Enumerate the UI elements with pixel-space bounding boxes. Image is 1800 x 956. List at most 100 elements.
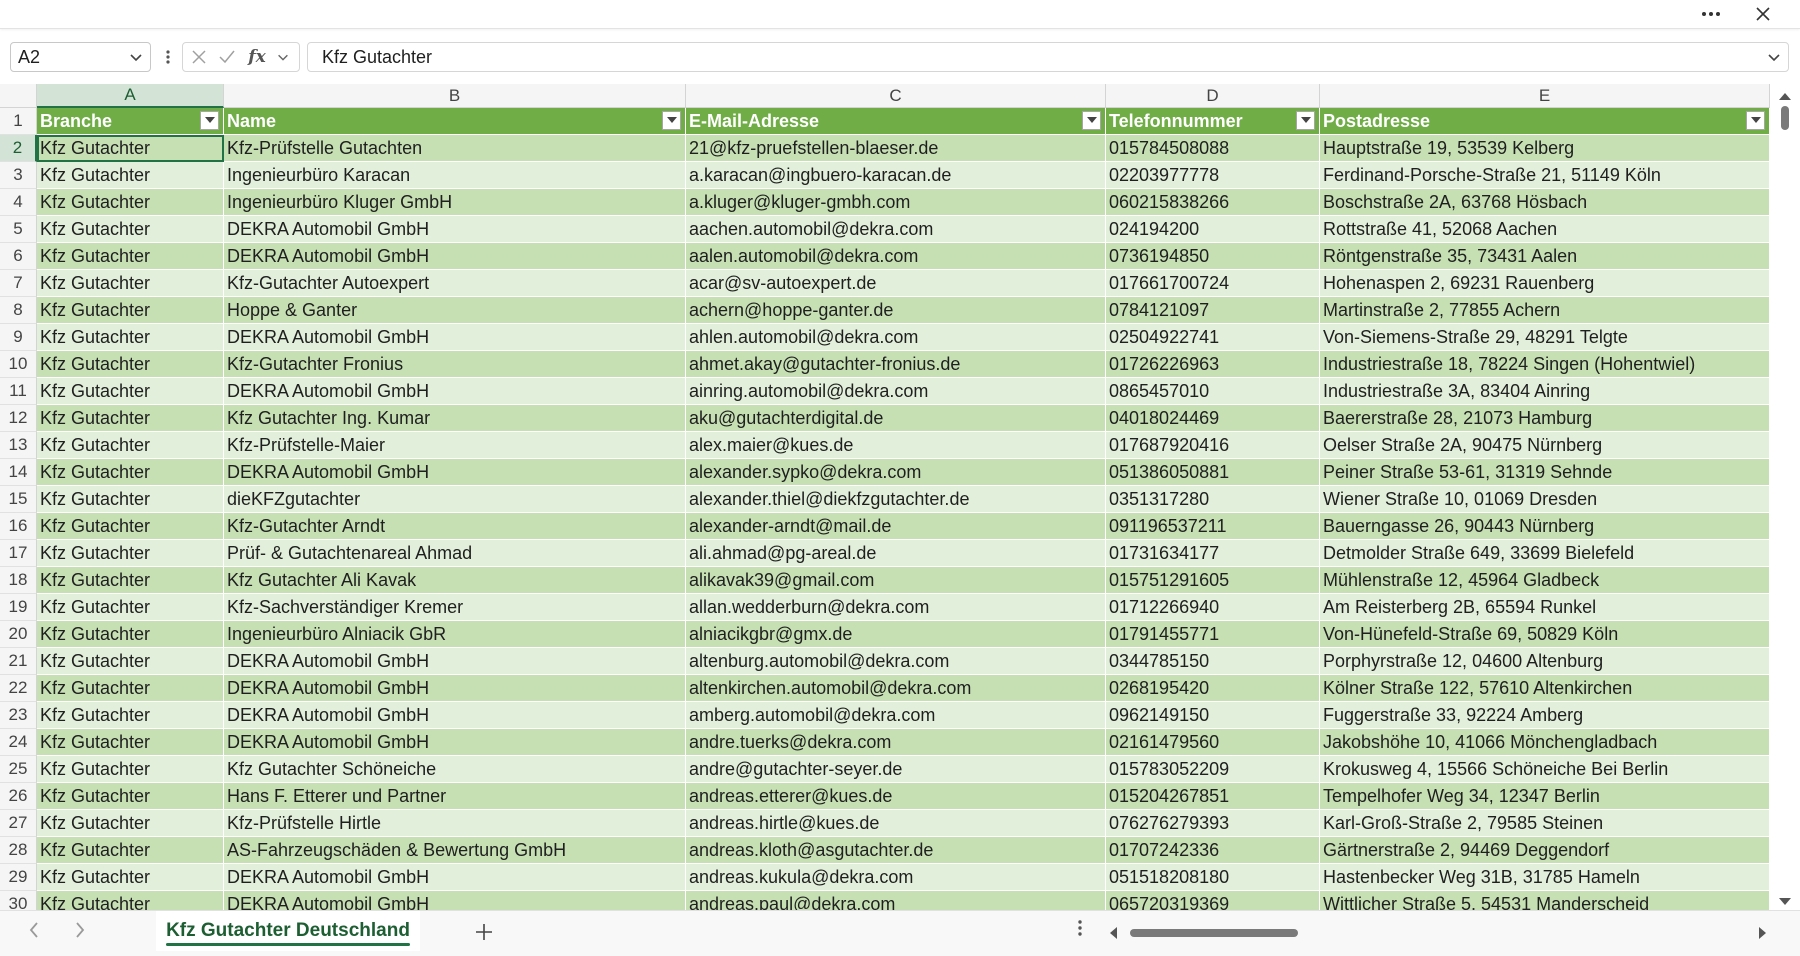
cell-postadresse[interactable]: Fuggerstraße 33, 92224 Amberg bbox=[1320, 702, 1770, 729]
cell-email[interactable]: ahmet.akay@gutachter-fronius.de bbox=[686, 351, 1106, 378]
cell-name[interactable]: Kfz Gutachter Schöneiche bbox=[224, 756, 686, 783]
row-header[interactable]: 17 bbox=[0, 540, 37, 567]
column-header-c[interactable]: C bbox=[686, 84, 1106, 108]
cell-name[interactable]: dieKFZgutachter bbox=[224, 486, 686, 513]
cell-branche[interactable]: Kfz Gutachter bbox=[37, 297, 224, 324]
cell-name[interactable]: Ingenieurbüro Alniacik GbR bbox=[224, 621, 686, 648]
cell-email[interactable]: andre@gutachter-seyer.de bbox=[686, 756, 1106, 783]
filter-dropdown-icon[interactable] bbox=[1296, 111, 1315, 130]
cell-email[interactable]: ahlen.automobil@dekra.com bbox=[686, 324, 1106, 351]
cell-name[interactable]: Ingenieurbüro Karacan bbox=[224, 162, 686, 189]
cell-branche[interactable]: Kfz Gutachter bbox=[37, 648, 224, 675]
vertical-scrollbar[interactable] bbox=[1770, 84, 1800, 910]
cell-branche[interactable]: Kfz Gutachter bbox=[37, 621, 224, 648]
scroll-right-icon[interactable] bbox=[1758, 926, 1768, 945]
cell-name[interactable]: Kfz-Prüfstelle Gutachten bbox=[224, 135, 686, 162]
cell-postadresse[interactable]: Von-Hünefeld-Straße 69, 50829 Köln bbox=[1320, 621, 1770, 648]
cell-telefon[interactable]: 02203977778 bbox=[1106, 162, 1320, 189]
cell-branche[interactable]: Kfz Gutachter bbox=[37, 216, 224, 243]
cell-email[interactable]: andreas.hirtle@kues.de bbox=[686, 810, 1106, 837]
row-header[interactable]: 4 bbox=[0, 189, 37, 216]
cell-email[interactable]: altenburg.automobil@dekra.com bbox=[686, 648, 1106, 675]
row-header[interactable]: 22 bbox=[0, 675, 37, 702]
more-vertical-icon[interactable] bbox=[1078, 919, 1082, 943]
cell-email[interactable]: aachen.automobil@dekra.com bbox=[686, 216, 1106, 243]
cell-branche[interactable]: Kfz Gutachter bbox=[37, 837, 224, 864]
insert-function-button[interactable]: fx bbox=[245, 46, 269, 68]
cell-branche[interactable]: Kfz Gutachter bbox=[37, 567, 224, 594]
header-cell-branche[interactable]: Branche bbox=[37, 108, 224, 135]
cell-branche[interactable]: Kfz Gutachter bbox=[37, 351, 224, 378]
cell-telefon[interactable]: 01791455771 bbox=[1106, 621, 1320, 648]
cell-branche[interactable]: Kfz Gutachter bbox=[37, 324, 224, 351]
cell-telefon[interactable]: 015783052209 bbox=[1106, 756, 1320, 783]
header-cell-name[interactable]: Name bbox=[224, 108, 686, 135]
row-header[interactable]: 7 bbox=[0, 270, 37, 297]
row-header[interactable]: 11 bbox=[0, 378, 37, 405]
cell-postadresse[interactable]: Peiner Straße 53-61, 31319 Sehnde bbox=[1320, 459, 1770, 486]
cell-branche[interactable]: Kfz Gutachter bbox=[37, 675, 224, 702]
cell-telefon[interactable]: 01707242336 bbox=[1106, 837, 1320, 864]
row-header[interactable]: 5 bbox=[0, 216, 37, 243]
cell-branche[interactable]: Kfz Gutachter bbox=[37, 405, 224, 432]
cell-postadresse[interactable]: Am Reisterberg 2B, 65594 Runkel bbox=[1320, 594, 1770, 621]
column-header-b[interactable]: B bbox=[224, 84, 686, 108]
cell-postadresse[interactable]: Krokusweg 4, 15566 Schöneiche Bei Berlin bbox=[1320, 756, 1770, 783]
cell-email[interactable]: alexander.thiel@diekfzgutachter.de bbox=[686, 486, 1106, 513]
row-header[interactable]: 6 bbox=[0, 243, 37, 270]
next-sheet-icon[interactable] bbox=[74, 921, 86, 945]
cell-name[interactable]: Prüf- & Gutachtenareal Ahmad bbox=[224, 540, 686, 567]
cell-name[interactable]: DEKRA Automobil GmbH bbox=[224, 729, 686, 756]
cell-name[interactable]: DEKRA Automobil GmbH bbox=[224, 702, 686, 729]
header-cell-postadresse[interactable]: Postadresse bbox=[1320, 108, 1770, 135]
row-header[interactable]: 2 bbox=[0, 135, 37, 162]
cell-email[interactable]: altenkirchen.automobil@dekra.com bbox=[686, 675, 1106, 702]
cell-telefon[interactable]: 051518208180 bbox=[1106, 864, 1320, 891]
cell-email[interactable]: ali.ahmad@pg-areal.de bbox=[686, 540, 1106, 567]
cell-branche[interactable]: Kfz Gutachter bbox=[37, 783, 224, 810]
cell-name[interactable]: DEKRA Automobil GmbH bbox=[224, 324, 686, 351]
cell-name[interactable]: Kfz-Prüfstelle Hirtle bbox=[224, 810, 686, 837]
cell-telefon[interactable]: 02504922741 bbox=[1106, 324, 1320, 351]
cell-branche[interactable]: Kfz Gutachter bbox=[37, 486, 224, 513]
cell-postadresse[interactable]: Oelser Straße 2A, 90475 Nürnberg bbox=[1320, 432, 1770, 459]
horizontal-scroll-thumb[interactable] bbox=[1130, 929, 1298, 937]
cell-branche[interactable]: Kfz Gutachter bbox=[37, 702, 224, 729]
cell-name[interactable]: Kfz Gutachter Ali Kavak bbox=[224, 567, 686, 594]
cell-branche[interactable]: Kfz Gutachter bbox=[37, 432, 224, 459]
filter-dropdown-icon[interactable] bbox=[1082, 111, 1101, 130]
cell-branche[interactable]: Kfz Gutachter bbox=[37, 459, 224, 486]
cell-postadresse[interactable]: Gärtnerstraße 2, 94469 Deggendorf bbox=[1320, 837, 1770, 864]
cell-telefon[interactable]: 051386050881 bbox=[1106, 459, 1320, 486]
cell-telefon[interactable]: 076276279393 bbox=[1106, 810, 1320, 837]
cell-telefon[interactable]: 0344785150 bbox=[1106, 648, 1320, 675]
cell-name[interactable]: Kfz-Prüfstelle-Maier bbox=[224, 432, 686, 459]
cell-email[interactable]: allan.wedderburn@dekra.com bbox=[686, 594, 1106, 621]
cell-postadresse[interactable]: Hastenbecker Weg 31B, 31785 Hameln bbox=[1320, 864, 1770, 891]
cell-postadresse[interactable]: Hohenaspen 2, 69231 Rauenberg bbox=[1320, 270, 1770, 297]
header-cell-email[interactable]: E-Mail-Adresse bbox=[686, 108, 1106, 135]
expand-formula-icon[interactable] bbox=[1766, 49, 1782, 70]
cell-branche[interactable]: Kfz Gutachter bbox=[37, 135, 224, 162]
cell-email[interactable]: a.kluger@kluger-gmbh.com bbox=[686, 189, 1106, 216]
filter-dropdown-icon[interactable] bbox=[1746, 111, 1765, 130]
cell-branche[interactable]: Kfz Gutachter bbox=[37, 513, 224, 540]
cell-name[interactable]: DEKRA Automobil GmbH bbox=[224, 378, 686, 405]
name-box[interactable]: A2 bbox=[10, 42, 151, 72]
row-header[interactable]: 27 bbox=[0, 810, 37, 837]
row-header[interactable]: 18 bbox=[0, 567, 37, 594]
cell-postadresse[interactable]: Tempelhofer Weg 34, 12347 Berlin bbox=[1320, 783, 1770, 810]
cell-telefon[interactable]: 060215838266 bbox=[1106, 189, 1320, 216]
cell-branche[interactable]: Kfz Gutachter bbox=[37, 243, 224, 270]
cell-branche[interactable]: Kfz Gutachter bbox=[37, 378, 224, 405]
cell-name[interactable]: DEKRA Automobil GmbH bbox=[224, 675, 686, 702]
cell-telefon[interactable]: 017687920416 bbox=[1106, 432, 1320, 459]
cell-branche[interactable]: Kfz Gutachter bbox=[37, 189, 224, 216]
cell-branche[interactable]: Kfz Gutachter bbox=[37, 729, 224, 756]
cell-telefon[interactable]: 01731634177 bbox=[1106, 540, 1320, 567]
cell-email[interactable]: amberg.automobil@dekra.com bbox=[686, 702, 1106, 729]
cell-email[interactable]: acar@sv-autoexpert.de bbox=[686, 270, 1106, 297]
cell-name[interactable]: Kfz-Gutachter Autoexpert bbox=[224, 270, 686, 297]
cell-name[interactable]: Kfz-Gutachter Arndt bbox=[224, 513, 686, 540]
cell-telefon[interactable]: 04018024469 bbox=[1106, 405, 1320, 432]
